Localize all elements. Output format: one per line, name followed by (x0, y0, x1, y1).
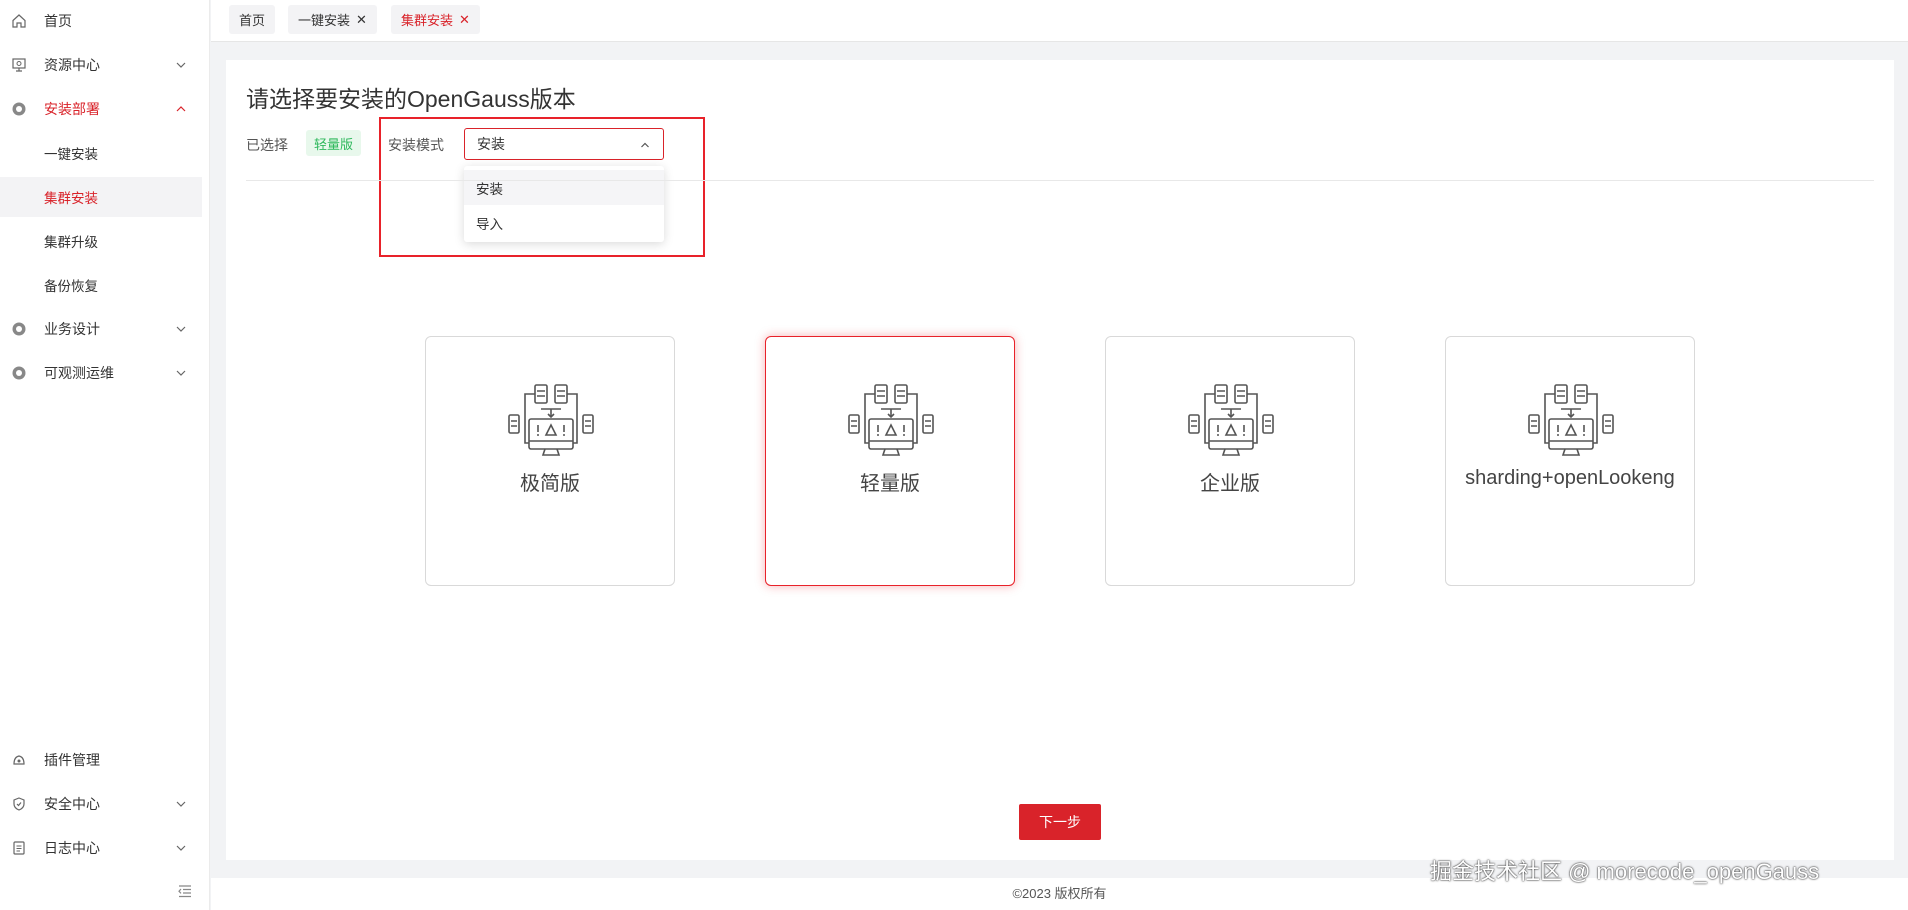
gear-icon (10, 100, 28, 118)
main-content: 请选择要安装的OpenGauss版本 已选择 轻量版 安装模式 安装 安装 导入… (226, 60, 1894, 860)
next-step-button[interactable]: 下一步 (1019, 804, 1101, 840)
version-label: sharding+openLookeng (1465, 467, 1675, 489)
tab-bar: 首页 一键安装 ✕ 集群安装 ✕ (211, 0, 1908, 42)
sidebar-item-label: 可观测运维 (44, 365, 114, 381)
chevron-down-icon (176, 370, 186, 376)
sidebar-item-label: 首页 (44, 13, 72, 29)
sidebar-item-label: 插件管理 (44, 752, 100, 768)
sidebar-item-observability[interactable]: 可观测运维 (0, 353, 202, 393)
sidebar-item-home[interactable]: 首页 (0, 1, 202, 41)
tab-one-click-install[interactable]: 一键安装 ✕ (288, 5, 377, 34)
page-title: 请选择要安装的OpenGauss版本 (246, 86, 576, 112)
selected-label: 已选择 (246, 137, 288, 153)
tab-label: 一键安装 (298, 13, 351, 28)
sidebar-subitem-backup-restore[interactable]: 备份恢复 (0, 265, 202, 305)
sidebar-item-label: 安装部署 (44, 101, 100, 117)
close-icon[interactable]: ✕ (459, 12, 470, 28)
version-card-lite[interactable]: 轻量版 (765, 336, 1015, 586)
chevron-down-icon (176, 845, 186, 851)
sidebar-item-business-design[interactable]: 业务设计 (0, 309, 202, 349)
document-icon (10, 839, 28, 857)
sidebar-item-plugins[interactable]: 插件管理 (0, 740, 202, 780)
version-label: 轻量版 (860, 473, 920, 495)
sidebar-subitem-one-click-install[interactable]: 一键安装 (0, 133, 202, 173)
cluster-icon (508, 384, 594, 456)
annotation-highlight-box (379, 117, 705, 257)
chevron-down-icon (176, 326, 186, 332)
version-card-sharding[interactable]: sharding+openLookeng (1445, 336, 1695, 586)
watermark: 掘金技术社区 @ morecode_openGauss (1430, 859, 1820, 884)
gear-icon (10, 364, 28, 382)
chevron-up-icon (176, 106, 186, 112)
sidebar-subitem-label: 一键安装 (44, 147, 98, 162)
gear-icon (10, 320, 28, 338)
sidebar-item-security[interactable]: 安全中心 (0, 784, 202, 824)
sidebar-item-resource-center[interactable]: 资源中心 (0, 45, 202, 85)
tab-cluster-install[interactable]: 集群安装 ✕ (391, 5, 480, 34)
cluster-icon (1528, 384, 1614, 456)
resource-icon (10, 56, 28, 74)
sidebar-item-label: 日志中心 (44, 840, 100, 856)
sidebar-subitem-label: 集群安装 (44, 191, 98, 206)
sidebar-subitem-label: 集群升级 (44, 235, 98, 250)
sidebar-subitem-cluster-install[interactable]: 集群安装 (0, 177, 202, 217)
home-icon (10, 12, 28, 30)
version-card-enterprise[interactable]: 企业版 (1105, 336, 1355, 586)
sidebar-item-label: 安全中心 (44, 796, 100, 812)
tab-home[interactable]: 首页 (229, 5, 276, 34)
chevron-down-icon (176, 62, 186, 68)
close-icon[interactable]: ✕ (356, 12, 367, 28)
tab-label: 首页 (239, 13, 266, 28)
selected-version-badge: 轻量版 (306, 130, 362, 156)
sidebar-subitem-label: 备份恢复 (44, 279, 98, 294)
version-card-minimal[interactable]: 极简版 (425, 336, 675, 586)
sidebar-item-label: 资源中心 (44, 57, 100, 73)
sidebar-item-install-deploy[interactable]: 安装部署 (0, 89, 202, 129)
version-label: 极简版 (520, 473, 580, 495)
cluster-icon (1188, 384, 1274, 456)
sidebar: 首页 资源中心 安装部署 一键安装 集群安装 集群升级 备份恢复 业务设计 可观… (0, 0, 210, 910)
sidebar-item-logs[interactable]: 日志中心 (0, 828, 202, 868)
cluster-icon (848, 384, 934, 456)
divider (246, 180, 1874, 181)
sidebar-item-label: 业务设计 (44, 321, 100, 337)
shield-icon (10, 795, 28, 813)
chevron-down-icon (176, 801, 186, 807)
sidebar-subitem-cluster-upgrade[interactable]: 集群升级 (0, 221, 202, 261)
version-label: 企业版 (1200, 473, 1260, 495)
plugin-icon (10, 751, 28, 769)
collapse-sidebar-icon[interactable] (176, 882, 194, 900)
tab-label: 集群安装 (401, 13, 454, 28)
